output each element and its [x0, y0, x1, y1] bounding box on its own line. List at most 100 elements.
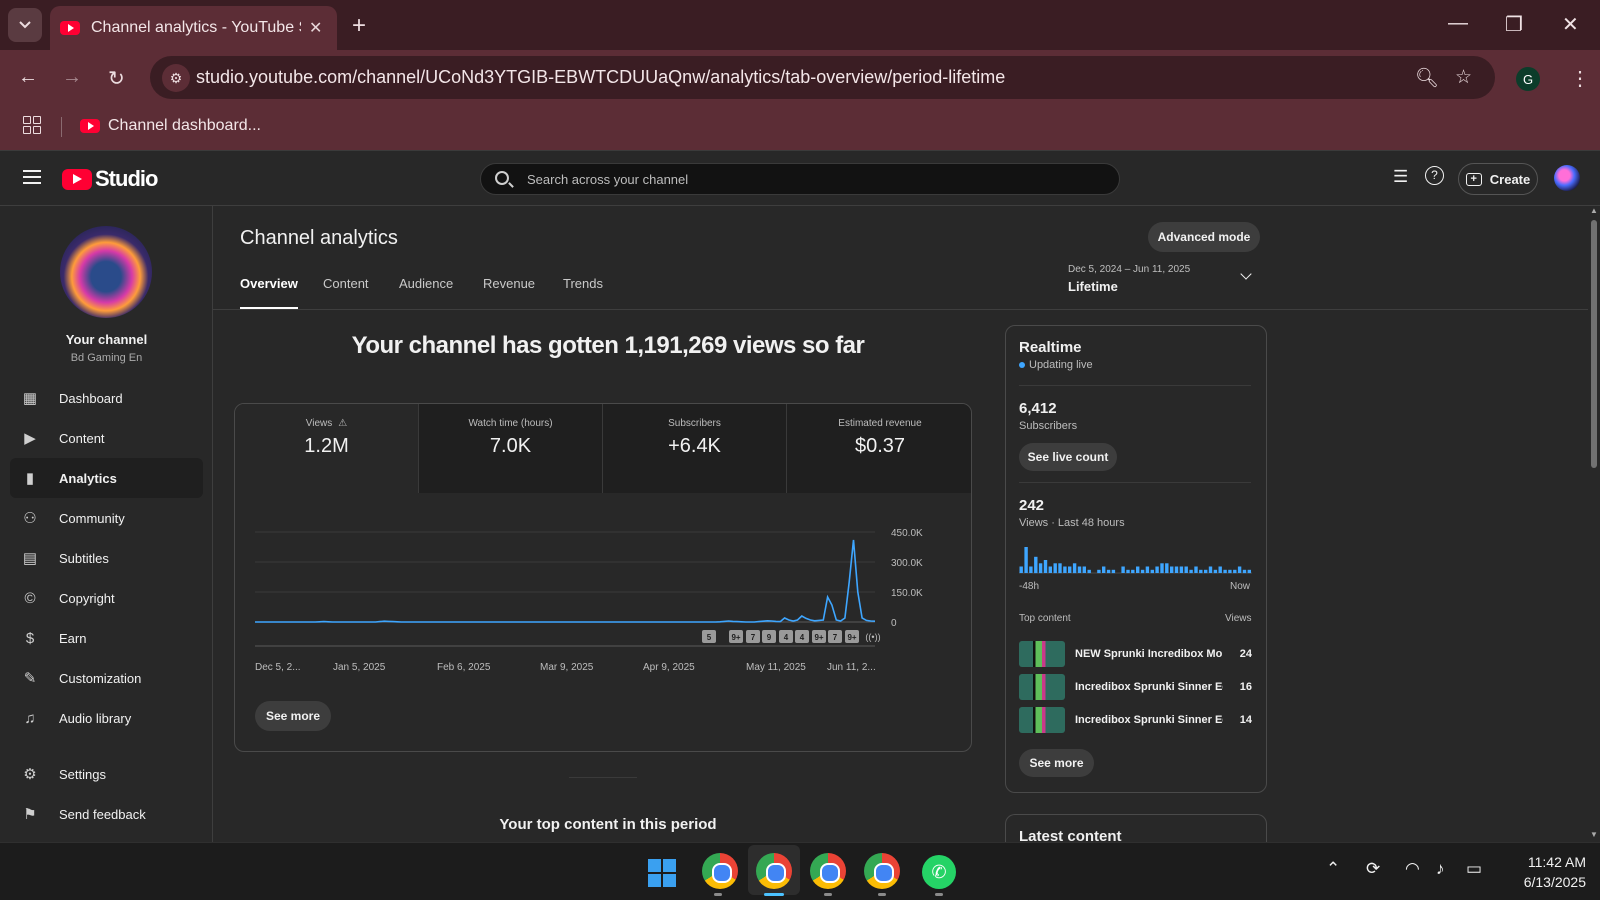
- reload-icon[interactable]: ↻: [108, 66, 125, 91]
- clock-date[interactable]: 6/13/2025: [1506, 874, 1586, 890]
- scroll-up-icon[interactable]: ▲: [1590, 206, 1598, 215]
- tab-search-button[interactable]: [8, 8, 42, 42]
- chrome-icon[interactable]: [810, 853, 846, 889]
- search-bar[interactable]: [480, 163, 1120, 195]
- top-content-row[interactable]: NEW Sprunki Incredibox Mo... 24: [1019, 641, 1252, 667]
- tab-title: Channel analytics - YouTube Studio: [91, 19, 301, 36]
- create-button[interactable]: + Create: [1458, 163, 1538, 195]
- address-bar[interactable]: ⚙ studio.youtube.com/channel/UCoNd3YTGIB…: [150, 56, 1495, 99]
- realtime-bar: [1174, 566, 1179, 573]
- scroll-down-icon[interactable]: ▼: [1590, 830, 1598, 839]
- whatsapp-icon[interactable]: ✆: [922, 855, 956, 889]
- close-window-icon[interactable]: ✕: [1562, 12, 1579, 37]
- axis-end-label: Now: [1230, 581, 1251, 592]
- clock-time[interactable]: 11:42 AM: [1506, 854, 1586, 870]
- sidebar-item-analytics[interactable]: ▮ Analytics: [10, 458, 203, 498]
- restore-icon[interactable]: ❐: [1505, 12, 1523, 37]
- realtime-bar: [1242, 569, 1247, 574]
- chevron-down-icon[interactable]: [1240, 268, 1252, 280]
- see-live-count-button[interactable]: See live count: [1019, 443, 1117, 471]
- sidebar-item-label: Subtitles: [59, 550, 109, 566]
- browser-tab[interactable]: Channel analytics - YouTube Studio ✕: [50, 6, 337, 50]
- hamburger-menu-icon[interactable]: [23, 170, 41, 188]
- chrome-icon[interactable]: [864, 853, 900, 889]
- metric-views[interactable]: Views ⚠ 1.2M: [235, 404, 419, 493]
- url-text[interactable]: studio.youtube.com/channel/UCoNd3YTGIB-E…: [196, 67, 1005, 88]
- channel-avatar[interactable]: [60, 226, 152, 318]
- studio-logo[interactable]: Studio: [62, 166, 158, 192]
- warning-icon: ⚠: [338, 418, 348, 429]
- back-icon[interactable]: ←: [18, 66, 38, 89]
- minimize-icon[interactable]: —: [1448, 12, 1468, 35]
- realtime-bar: [1063, 566, 1067, 573]
- live-status: Updating live: [1019, 359, 1093, 371]
- profile-avatar[interactable]: G: [1516, 67, 1540, 91]
- comments-icon[interactable]: ☰: [1393, 167, 1408, 187]
- date-period-label[interactable]: Lifetime: [1068, 279, 1118, 294]
- browser-menu-icon[interactable]: ⋮: [1570, 66, 1590, 91]
- close-tab-icon[interactable]: ✕: [309, 18, 322, 38]
- marker-badge-label: 9: [767, 633, 772, 642]
- sidebar-item-subtitles[interactable]: ▤ Subtitles: [10, 538, 203, 578]
- zoom-icon[interactable]: 🔍︎: [1415, 66, 1439, 90]
- sidebar-item-copyright[interactable]: © Copyright: [10, 578, 203, 618]
- sidebar-item-community[interactable]: ⚇ Community: [10, 498, 203, 538]
- advanced-mode-button[interactable]: Advanced mode: [1148, 222, 1260, 252]
- metric-subscribers[interactable]: Subscribers +6.4K: [603, 404, 787, 493]
- metric-value: $0.37: [854, 435, 906, 457]
- metric-watch-time[interactable]: Watch time (hours) 7.0K: [419, 404, 603, 493]
- date-range[interactable]: Dec 5, 2024 – Jun 11, 2025: [1068, 264, 1190, 275]
- sidebar-item-send-feedback[interactable]: ⚑ Send feedback: [10, 794, 203, 834]
- tab-trends[interactable]: Trends: [563, 276, 603, 310]
- tab-revenue[interactable]: Revenue: [483, 276, 535, 310]
- metric-revenue[interactable]: Estimated revenue $0.37: [787, 404, 971, 493]
- sync-icon[interactable]: ⟳: [1366, 859, 1380, 879]
- show-hidden-icons-icon[interactable]: ⌃: [1326, 859, 1340, 879]
- chrome-icon[interactable]: [702, 853, 738, 889]
- sidebar-item-dashboard[interactable]: ▦ Dashboard: [10, 378, 203, 418]
- scrollbar-thumb[interactable]: [1591, 220, 1597, 468]
- sidebar-item-customization[interactable]: ✎ Customization: [10, 658, 203, 698]
- new-tab-icon[interactable]: +: [352, 12, 366, 40]
- search-input[interactable]: [527, 164, 1087, 194]
- wifi-icon[interactable]: ◠: [1405, 859, 1420, 879]
- battery-icon[interactable]: ▭: [1466, 859, 1482, 879]
- community-icon: ⚇: [23, 510, 37, 527]
- page-scrollbar[interactable]: ▲ ▼: [1588, 206, 1600, 842]
- views-series-line: [255, 539, 876, 623]
- account-avatar[interactable]: [1554, 165, 1580, 191]
- x-tick-label: Dec 5, 2...: [255, 662, 301, 673]
- tab-audience[interactable]: Audience: [399, 276, 453, 310]
- windows-start-icon[interactable]: [648, 859, 676, 887]
- live-status-text: Updating live: [1029, 359, 1093, 371]
- realtime-see-more-button[interactable]: See more: [1019, 749, 1094, 777]
- bookmark-channel-dashboard[interactable]: Channel dashboard...: [80, 117, 261, 135]
- live-dot-icon: [1019, 362, 1025, 368]
- top-content-row[interactable]: Incredibox Sprunki Sinner Ed... 14: [1019, 707, 1252, 733]
- see-more-button[interactable]: See more: [255, 701, 331, 731]
- sidebar-item-audio-library[interactable]: ♫ Audio library: [10, 698, 203, 738]
- forward-icon[interactable]: →: [62, 66, 82, 89]
- views-line-chart[interactable]: 450.0K 300.0K 150.0K 0 5 9+ 7 9 4 4 9+ 7 9+ ((•)) Dec …: [235, 494, 972, 684]
- sidebar-item-label: Audio library: [59, 710, 132, 726]
- metric-label: Views ⚠: [305, 418, 348, 429]
- chrome-profile-g-icon[interactable]: [756, 853, 792, 889]
- metrics-card: Views ⚠ 1.2M Watch time (hours) 7.0K Subs…: [234, 403, 972, 752]
- site-info-icon[interactable]: ⚙: [162, 64, 190, 92]
- search-icon: [495, 171, 509, 185]
- sidebar-item-settings[interactable]: ⚙ Settings: [10, 754, 203, 794]
- volume-icon[interactable]: ♪: [1436, 859, 1445, 879]
- sidebar-item-label: Earn: [59, 630, 87, 646]
- help-icon[interactable]: ?: [1425, 166, 1444, 185]
- metric-value: 1.2M: [304, 435, 349, 457]
- sidebar-item-earn[interactable]: $ Earn: [10, 618, 203, 658]
- apps-grid-icon[interactable]: [23, 116, 41, 134]
- realtime-bar: [1184, 566, 1188, 573]
- bookmark-star-icon[interactable]: ☆: [1455, 66, 1472, 89]
- x-tick-label: Apr 9, 2025: [643, 662, 695, 673]
- realtime-bar-chart[interactable]: [1019, 543, 1252, 575]
- sidebar-item-content[interactable]: ▶ Content: [10, 418, 203, 458]
- top-content-row[interactable]: Incredibox Sprunki Sinner Ed... 16: [1019, 674, 1252, 700]
- tab-overview[interactable]: Overview: [240, 276, 298, 310]
- tab-content[interactable]: Content: [323, 276, 369, 310]
